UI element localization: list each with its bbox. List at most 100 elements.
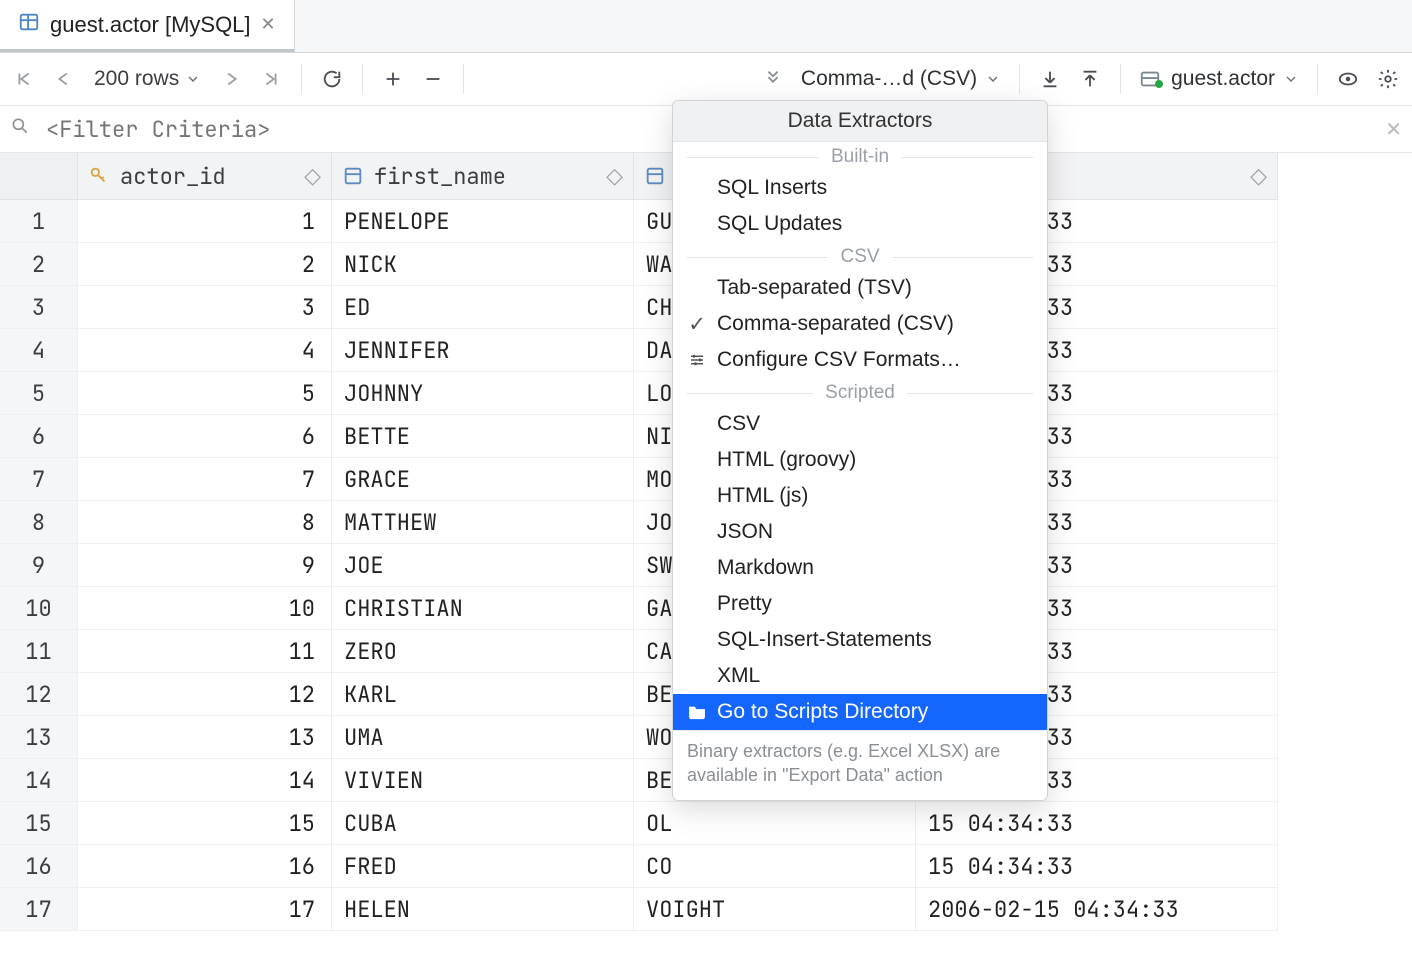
cell-actor-id[interactable]: 15 bbox=[78, 802, 332, 845]
extractor-html-groovy[interactable]: HTML (groovy) bbox=[673, 442, 1047, 478]
extractor-tsv[interactable]: Tab-separated (TSV) bbox=[673, 270, 1047, 306]
cell-first-name[interactable]: ED bbox=[332, 286, 634, 329]
cell-first-name[interactable]: GRACE bbox=[332, 458, 634, 501]
cell-actor-id[interactable]: 5 bbox=[78, 372, 332, 415]
cell-first-name[interactable]: CHRISTIAN bbox=[332, 587, 634, 630]
more-actions-button[interactable] bbox=[755, 61, 791, 97]
first-page-button[interactable] bbox=[6, 61, 42, 97]
cell-last-update[interactable]: 15 04:34:33 bbox=[916, 802, 1278, 845]
cell-last-update[interactable]: 15 04:34:33 bbox=[916, 845, 1278, 888]
cell-actor-id[interactable]: 1 bbox=[78, 200, 332, 243]
row-number-cell[interactable]: 11 bbox=[0, 630, 78, 673]
row-limit-dropdown[interactable]: 200 rows bbox=[86, 67, 209, 91]
cell-actor-id[interactable]: 11 bbox=[78, 630, 332, 673]
cell-actor-id[interactable]: 10 bbox=[78, 587, 332, 630]
row-number-cell[interactable]: 15 bbox=[0, 802, 78, 845]
cell-first-name[interactable]: VIVIEN bbox=[332, 759, 634, 802]
row-number-cell[interactable]: 17 bbox=[0, 888, 78, 931]
cell-actor-id[interactable]: 13 bbox=[78, 716, 332, 759]
extractor-sql-insert-stmts[interactable]: SQL-Insert-Statements bbox=[673, 622, 1047, 658]
row-number-cell[interactable]: 5 bbox=[0, 372, 78, 415]
cell-first-name[interactable]: KARL bbox=[332, 673, 634, 716]
cell-actor-id[interactable]: 2 bbox=[78, 243, 332, 286]
extractor-label: Comma-…d (CSV) bbox=[801, 67, 977, 91]
separator bbox=[1317, 64, 1318, 94]
datasource-dropdown[interactable]: guest.actor bbox=[1133, 67, 1305, 91]
column-label: actor_id bbox=[120, 162, 226, 191]
cell-first-name[interactable]: CUBA bbox=[332, 802, 634, 845]
cell-first-name[interactable]: BETTE bbox=[332, 415, 634, 458]
extractor-csv[interactable]: ✓ Comma-separated (CSV) bbox=[673, 306, 1047, 342]
extractor-pretty[interactable]: Pretty bbox=[673, 586, 1047, 622]
extractor-json[interactable]: JSON bbox=[673, 514, 1047, 550]
cell-last-update[interactable]: 2006-02-15 04:34:33 bbox=[916, 888, 1278, 931]
row-number-cell[interactable]: 12 bbox=[0, 673, 78, 716]
table-icon bbox=[18, 11, 40, 39]
row-number-cell[interactable]: 6 bbox=[0, 415, 78, 458]
export-data-button[interactable] bbox=[1032, 61, 1068, 97]
extractor-markdown[interactable]: Markdown bbox=[673, 550, 1047, 586]
cell-actor-id[interactable]: 14 bbox=[78, 759, 332, 802]
close-tab-icon[interactable]: ✕ bbox=[261, 14, 276, 35]
cell-first-name[interactable]: HELEN bbox=[332, 888, 634, 931]
row-number-cell[interactable]: 13 bbox=[0, 716, 78, 759]
row-limit-label: 200 rows bbox=[94, 67, 179, 91]
column-header-actor-id[interactable]: actor_id ◇ bbox=[78, 153, 332, 200]
extractor-html-js[interactable]: HTML (js) bbox=[673, 478, 1047, 514]
cell-first-name[interactable]: MATTHEW bbox=[332, 501, 634, 544]
extractor-sql-inserts[interactable]: SQL Inserts bbox=[673, 170, 1047, 206]
cell-first-name[interactable]: FRED bbox=[332, 845, 634, 888]
cell-last-name[interactable]: VOIGHT bbox=[634, 888, 916, 931]
row-number-cell[interactable]: 7 bbox=[0, 458, 78, 501]
import-data-button[interactable] bbox=[1072, 61, 1108, 97]
cell-actor-id[interactable]: 6 bbox=[78, 415, 332, 458]
cell-actor-id[interactable]: 8 bbox=[78, 501, 332, 544]
cell-actor-id[interactable]: 17 bbox=[78, 888, 332, 931]
add-row-button[interactable] bbox=[375, 61, 411, 97]
row-number-cell[interactable]: 2 bbox=[0, 243, 78, 286]
row-number-cell[interactable]: 1 bbox=[0, 200, 78, 243]
prev-page-button[interactable] bbox=[46, 61, 82, 97]
view-button[interactable] bbox=[1330, 61, 1366, 97]
extractor-dropdown[interactable]: Comma-…d (CSV) bbox=[795, 67, 1007, 91]
go-to-scripts-directory[interactable]: Go to Scripts Directory bbox=[673, 694, 1047, 730]
extractor-csv-script[interactable]: CSV bbox=[673, 406, 1047, 442]
cell-actor-id[interactable]: 16 bbox=[78, 845, 332, 888]
cell-actor-id[interactable]: 7 bbox=[78, 458, 332, 501]
row-number-cell[interactable]: 10 bbox=[0, 587, 78, 630]
row-number-cell[interactable]: 4 bbox=[0, 329, 78, 372]
cell-first-name[interactable]: UMA bbox=[332, 716, 634, 759]
row-number-cell[interactable]: 8 bbox=[0, 501, 78, 544]
extractor-xml[interactable]: XML bbox=[673, 658, 1047, 694]
row-number-cell[interactable]: 14 bbox=[0, 759, 78, 802]
cell-first-name[interactable]: JOE bbox=[332, 544, 634, 587]
cell-first-name[interactable]: JENNIFER bbox=[332, 329, 634, 372]
configure-csv-formats[interactable]: Configure CSV Formats… bbox=[673, 342, 1047, 378]
cell-first-name[interactable]: JOHNNY bbox=[332, 372, 634, 415]
cell-actor-id[interactable]: 4 bbox=[78, 329, 332, 372]
sort-icon: ◇ bbox=[304, 163, 321, 189]
remove-row-button[interactable] bbox=[415, 61, 451, 97]
settings-button[interactable] bbox=[1370, 61, 1406, 97]
last-page-button[interactable] bbox=[253, 61, 289, 97]
row-number-header[interactable] bbox=[0, 153, 78, 200]
primary-key-icon bbox=[88, 165, 110, 187]
cell-first-name[interactable]: PENELOPE bbox=[332, 200, 634, 243]
cell-actor-id[interactable]: 9 bbox=[78, 544, 332, 587]
cell-actor-id[interactable]: 12 bbox=[78, 673, 332, 716]
cell-last-name[interactable]: OL bbox=[634, 802, 916, 845]
row-number-cell[interactable]: 3 bbox=[0, 286, 78, 329]
next-page-button[interactable] bbox=[213, 61, 249, 97]
extractor-sql-updates[interactable]: SQL Updates bbox=[673, 206, 1047, 242]
row-number-cell[interactable]: 16 bbox=[0, 845, 78, 888]
clear-filter-icon[interactable]: ✕ bbox=[1385, 117, 1402, 142]
editor-tab[interactable]: guest.actor [MySQL] ✕ bbox=[0, 0, 295, 52]
column-header-first-name[interactable]: first_name ◇ bbox=[332, 153, 634, 200]
cell-first-name[interactable]: NICK bbox=[332, 243, 634, 286]
reload-button[interactable] bbox=[314, 61, 350, 97]
cell-last-name[interactable]: CO bbox=[634, 845, 916, 888]
popup-section-csv: CSV bbox=[673, 242, 1047, 270]
row-number-cell[interactable]: 9 bbox=[0, 544, 78, 587]
cell-actor-id[interactable]: 3 bbox=[78, 286, 332, 329]
cell-first-name[interactable]: ZERO bbox=[332, 630, 634, 673]
